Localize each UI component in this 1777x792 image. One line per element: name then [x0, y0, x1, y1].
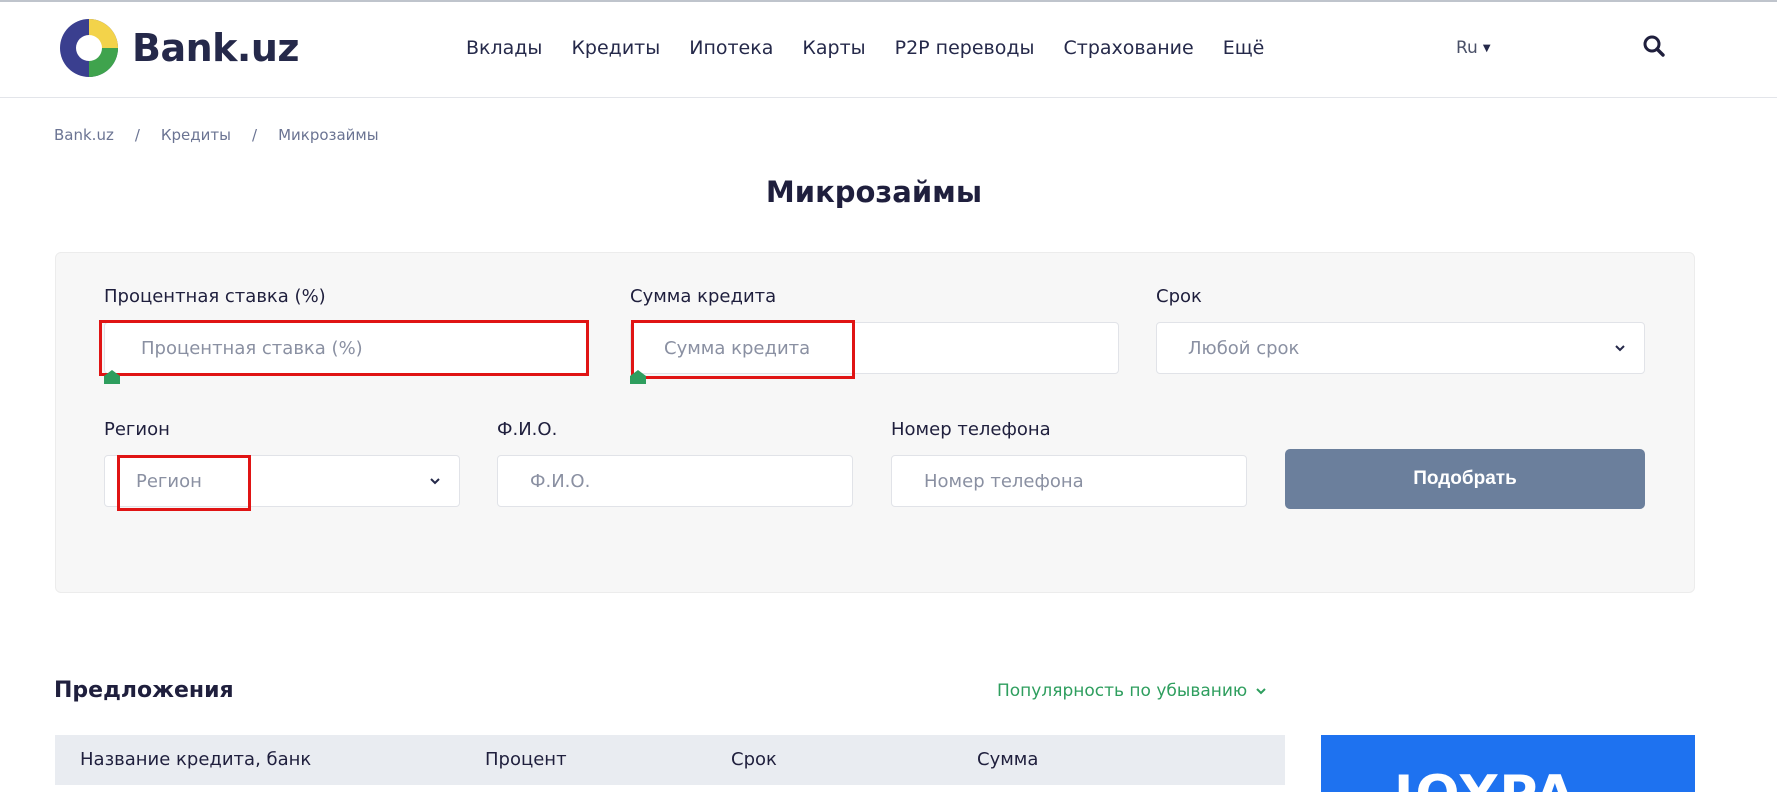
site-logo[interactable]: Bank.uz	[58, 17, 300, 79]
sort-label: Популярность по убыванию	[997, 681, 1248, 701]
nav-item-insurance[interactable]: Страхование	[1064, 34, 1194, 62]
region-label: Регион	[104, 419, 170, 440]
breadcrumb-item-credits[interactable]: Кредиты	[161, 126, 231, 144]
ad-text: JOYPA	[1394, 765, 1577, 792]
fio-label: Ф.И.О.	[497, 419, 558, 440]
breadcrumb: Bank.uz / Кредиты / Микрозаймы	[54, 126, 379, 144]
column-header-name: Название кредита, банк	[80, 749, 312, 770]
column-header-amount: Сумма	[977, 749, 1039, 770]
rate-placeholder: Процентная ставка (%)	[141, 337, 363, 359]
phone-input[interactable]: Номер телефона	[891, 455, 1247, 507]
term-selected-value: Любой срок	[1188, 337, 1300, 359]
phone-placeholder: Номер телефона	[924, 470, 1084, 492]
nav-item-deposits[interactable]: Вклады	[466, 34, 542, 62]
breadcrumb-separator: /	[252, 126, 258, 144]
site-header: Bank.uz Вклады Кредиты Ипотека Карты P2P…	[0, 2, 1777, 98]
search-icon	[1643, 35, 1665, 57]
language-label: Ru	[1456, 38, 1478, 58]
caret-down-icon: ▼	[1482, 42, 1491, 54]
nav-item-more[interactable]: Ещё	[1223, 34, 1265, 62]
term-select[interactable]: Любой срок	[1156, 322, 1645, 374]
rate-input[interactable]: Процентная ставка (%)	[104, 322, 588, 374]
amount-input[interactable]: Сумма кредита	[630, 322, 1119, 374]
green-marker-icon	[104, 370, 120, 384]
search-button[interactable]	[1642, 34, 1668, 60]
fio-input[interactable]: Ф.И.О.	[497, 455, 853, 507]
nav-item-p2p[interactable]: P2P переводы	[895, 34, 1035, 62]
breadcrumb-item-home[interactable]: Bank.uz	[54, 126, 114, 144]
offers-table-header: Название кредита, банк Процент Срок Сумм…	[55, 735, 1285, 785]
region-selected-value: Регион	[136, 470, 202, 492]
chevron-down-icon	[430, 478, 440, 485]
sort-dropdown[interactable]: Популярность по убыванию	[997, 681, 1267, 701]
breadcrumb-item-current: Микрозаймы	[278, 126, 379, 144]
amount-placeholder: Сумма кредита	[664, 337, 811, 359]
page-title: Микрозаймы	[765, 175, 983, 209]
breadcrumb-separator: /	[134, 126, 140, 144]
term-label: Срок	[1156, 286, 1202, 307]
nav-item-mortgage[interactable]: Ипотека	[689, 34, 773, 62]
column-header-term: Срок	[731, 749, 777, 770]
logo-text: Bank.uz	[132, 26, 300, 70]
column-header-rate: Процент	[485, 749, 567, 770]
nav-item-credits[interactable]: Кредиты	[571, 34, 660, 62]
green-marker-icon	[630, 370, 646, 384]
nav-item-cards[interactable]: Карты	[802, 34, 865, 62]
chevron-down-icon	[1615, 345, 1625, 352]
submit-button[interactable]: Подобрать	[1285, 449, 1645, 509]
phone-label: Номер телефона	[891, 419, 1051, 440]
fio-placeholder: Ф.И.О.	[530, 470, 591, 492]
chevron-down-icon	[1256, 688, 1266, 695]
language-selector[interactable]: Ru ▼	[1456, 38, 1491, 58]
ad-banner[interactable]: JOYPA	[1321, 735, 1695, 792]
region-select[interactable]: Регион	[104, 455, 460, 507]
offers-title: Предложения	[54, 678, 234, 703]
main-nav: Вклады Кредиты Ипотека Карты P2P перевод…	[466, 34, 1293, 62]
rate-label: Процентная ставка (%)	[104, 286, 326, 307]
bank-uz-logo-icon	[60, 19, 118, 77]
amount-label: Сумма кредита	[630, 286, 777, 307]
